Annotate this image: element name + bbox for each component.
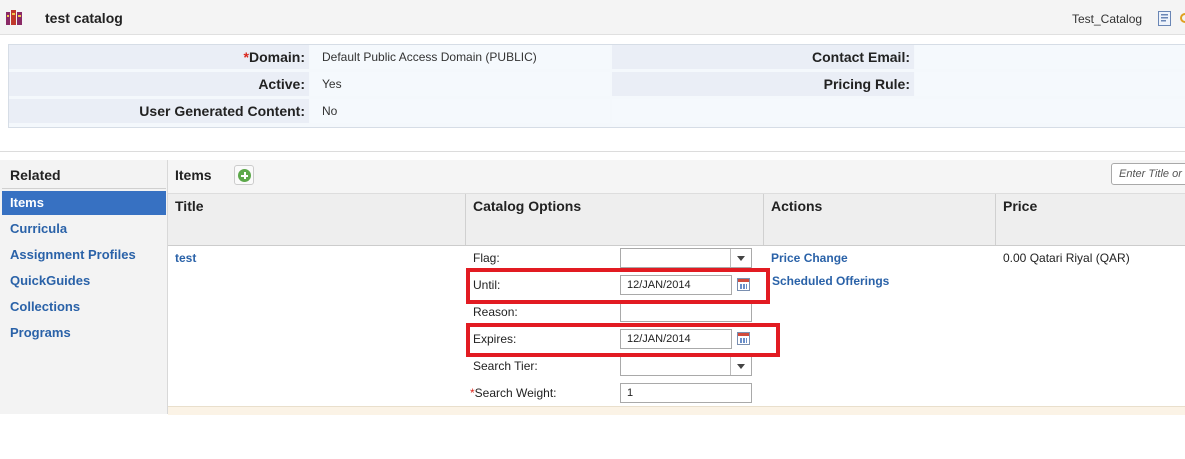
reason-label: Reason: xyxy=(473,305,518,319)
item-price: 0.00 Qatari Riyal (QAR) xyxy=(1003,251,1130,265)
divider xyxy=(0,151,1185,152)
expires-highlight-box xyxy=(466,323,780,357)
column-separator xyxy=(465,194,466,245)
catalog-books-icon xyxy=(6,10,23,26)
catalog-code: Test_Catalog xyxy=(1072,12,1143,26)
price-change-link[interactable]: Price Change xyxy=(771,251,848,265)
add-item-button[interactable] xyxy=(234,165,254,185)
chevron-down-icon xyxy=(730,357,751,375)
active-label: Active: xyxy=(9,72,309,96)
items-toolbar xyxy=(168,160,1185,194)
domain-value: Default Public Access Domain (PUBLIC) xyxy=(310,45,610,69)
column-separator xyxy=(995,194,996,245)
active-value: Yes xyxy=(310,72,610,96)
divider xyxy=(2,188,166,189)
contact-email-value xyxy=(915,45,1185,69)
pricing-rule-value xyxy=(915,72,1185,96)
item-title-link[interactable]: test xyxy=(175,251,196,265)
sidebar-item-collections[interactable]: Collections xyxy=(2,295,166,319)
search-input[interactable] xyxy=(1111,163,1185,185)
add-icon xyxy=(238,169,251,182)
sidebar-item-quickguides[interactable]: QuickGuides xyxy=(2,269,166,293)
column-header-actions[interactable]: Actions xyxy=(771,198,822,214)
pricing-rule-label: Pricing Rule: xyxy=(612,72,914,96)
column-separator xyxy=(763,194,764,245)
ugc-label: User Generated Content: xyxy=(9,99,309,123)
page-header xyxy=(0,0,1185,35)
column-header-title[interactable]: Title xyxy=(175,198,204,214)
document-icon[interactable] xyxy=(1158,11,1171,26)
contact-email-label: Contact Email: xyxy=(612,45,914,69)
column-header-price[interactable]: Price xyxy=(1003,198,1037,214)
search-weight-input[interactable]: 1 xyxy=(620,383,752,403)
chevron-down-icon xyxy=(730,249,751,267)
search-tier-select[interactable] xyxy=(620,356,752,376)
domain-label: *Domain: xyxy=(9,45,309,69)
items-title: Items xyxy=(175,167,212,183)
flag-select[interactable] xyxy=(620,248,752,268)
sidebar-item-programs[interactable]: Programs xyxy=(2,321,166,345)
sidebar-item-curricula[interactable]: Curricula xyxy=(2,217,166,241)
search-tier-label: Search Tier: xyxy=(473,359,538,373)
empty-cell xyxy=(612,99,1185,123)
search-weight-label: *Search Weight: xyxy=(470,386,557,400)
related-title: Related xyxy=(10,167,61,183)
settings-icon[interactable] xyxy=(1178,12,1185,24)
column-header-catalog-options[interactable]: Catalog Options xyxy=(473,198,581,214)
ugc-value: No xyxy=(310,99,610,123)
row-footer xyxy=(168,406,1185,415)
page-title: test catalog xyxy=(45,10,123,26)
reason-input[interactable] xyxy=(620,302,752,322)
flag-label: Flag: xyxy=(473,251,500,265)
until-highlight-box xyxy=(466,268,770,304)
scheduled-offerings-link[interactable]: Scheduled Offerings xyxy=(772,274,889,288)
sidebar-item-assignment-profiles[interactable]: Assignment Profiles xyxy=(2,243,166,267)
sidebar-item-items[interactable]: Items xyxy=(2,191,166,215)
